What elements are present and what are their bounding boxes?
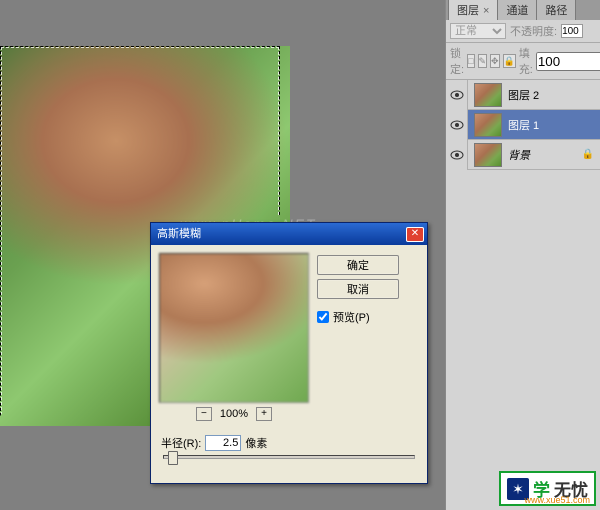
fill-input[interactable] [536,52,600,71]
lock-paint-icon[interactable]: ✎ [478,54,488,68]
radius-slider-thumb[interactable] [168,451,178,465]
close-icon[interactable]: ✕ [406,227,424,242]
radius-unit: 像素 [245,435,267,451]
panels-dock: 图层 × 通道 路径 正常 不透明度: 锁定: □ ✎ ✥ 🔒 填充: 图层 2 … [445,0,600,510]
lock-icon: 🔒 [582,149,594,160]
opacity-label: 不透明度: [510,23,557,39]
preview-checkbox[interactable] [317,311,329,323]
layer-name: 图层 1 [508,117,600,133]
radius-label: 半径(R): [161,435,201,451]
brand-badge: ✶ 学 无忧 www.xue51.com [499,471,596,506]
visibility-toggle[interactable] [446,110,468,140]
layer-thumbnail [474,83,502,107]
tab-paths[interactable]: 路径 [536,0,576,20]
fill-label: 填充: [519,45,533,77]
cancel-button[interactable]: 取消 [317,279,399,299]
dialog-title-text: 高斯模糊 [157,223,201,245]
layer-list: 图层 2 图层 1 背景 🔒 [446,80,600,170]
tab-layers[interactable]: 图层 × [448,0,498,20]
tab-channels[interactable]: 通道 [497,0,537,20]
layer-row[interactable]: 背景 🔒 [446,140,600,170]
layer-thumbnail [474,113,502,137]
visibility-toggle[interactable] [446,140,468,170]
layer-row[interactable]: 图层 1 [446,110,600,140]
preview-label: 预览(P) [333,309,370,325]
close-icon[interactable]: × [483,5,489,17]
panel-tabs: 图层 × 通道 路径 [446,0,600,20]
visibility-toggle[interactable] [446,80,468,110]
layer-name: 背景 [508,147,582,163]
layer-thumbnail [474,143,502,167]
layer-name: 图层 2 [508,87,600,103]
zoom-level: 100% [220,408,248,420]
preview-checkbox-row[interactable]: 预览(P) [317,309,399,325]
radius-slider[interactable] [163,455,415,459]
dialog-titlebar[interactable]: 高斯模糊 ✕ [151,223,427,245]
blend-mode-select[interactable]: 正常 [450,23,506,39]
opacity-input[interactable] [561,24,583,38]
zoom-in-button[interactable]: + [256,407,272,421]
lock-transparency-icon[interactable]: □ [467,54,474,68]
lock-position-icon[interactable]: ✥ [490,54,500,68]
tab-label: 图层 [457,5,479,17]
lock-all-icon[interactable]: 🔒 [503,54,516,68]
gaussian-blur-dialog: 高斯模糊 ✕ − 100% + 确定 取消 预览(P) 半径(R): 像素 [150,222,428,484]
brand-url: www.xue51.com [524,495,590,505]
lock-label: 锁定: [450,45,464,77]
ok-button[interactable]: 确定 [317,255,399,275]
preview-image[interactable] [159,253,309,403]
radius-input[interactable] [205,435,241,451]
layer-row[interactable]: 图层 2 [446,80,600,110]
zoom-out-button[interactable]: − [196,407,212,421]
